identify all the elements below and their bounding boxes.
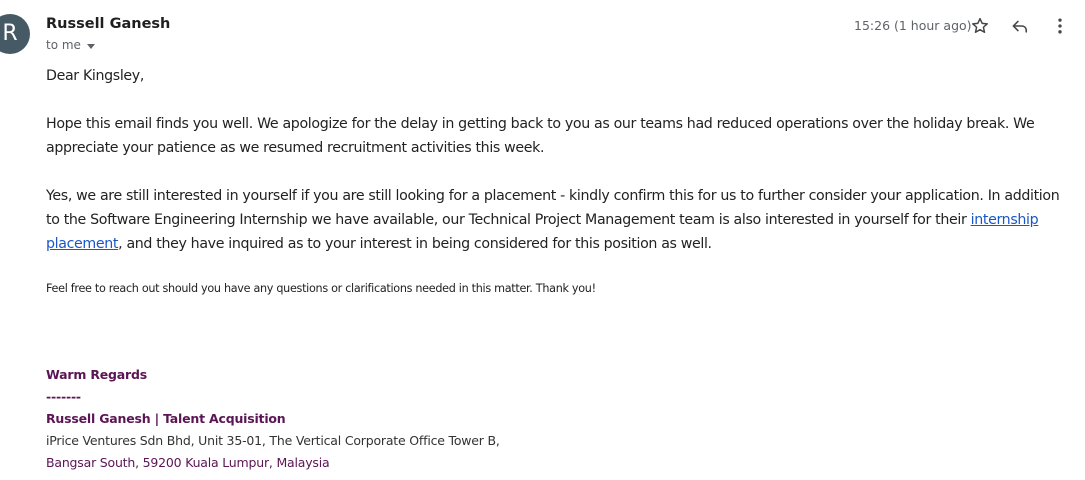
signature-address-line: iPrice Ventures Sdn Bhd, Unit 35-01, The… xyxy=(46,433,500,448)
body-paragraph-small: Feel free to reach out should you have a… xyxy=(46,282,596,295)
signature-closing: Warm Regards xyxy=(46,367,147,382)
body-paragraph: Hope this email finds you well. We apolo… xyxy=(46,116,1035,156)
email-signature: Warm Regards ------- Russell Ganesh | Ta… xyxy=(46,364,500,474)
signature-divider: ------- xyxy=(46,389,81,404)
signature-name-title: Russell Ganesh | Talent Acquisition xyxy=(46,411,286,426)
email-timestamp: 15:26 (1 hour ago) xyxy=(854,18,972,33)
avatar[interactable]: R xyxy=(0,14,30,54)
email-view: R Russell Ganesh to me 15:26 (1 hour ago… xyxy=(0,0,1085,480)
sender-name: Russell Ganesh xyxy=(46,16,171,32)
paragraph-text: Yes, we are still interested in yourself… xyxy=(46,188,1060,228)
body-paragraph: Yes, we are still interested in yourself… xyxy=(46,184,1076,256)
star-icon[interactable] xyxy=(968,14,992,38)
chevron-down-icon xyxy=(86,43,95,49)
recipient-details-toggle[interactable]: to me xyxy=(46,38,95,52)
greeting: Dear Kingsley, xyxy=(46,68,145,84)
signature-address-line: Bangsar South, 59200 Kuala Lumpur, Malay… xyxy=(46,455,330,470)
recipient-label: to me xyxy=(46,38,81,52)
reply-icon[interactable] xyxy=(1008,14,1032,38)
more-vert-icon[interactable] xyxy=(1048,14,1072,38)
paragraph-text: , and they have inquired as to your inte… xyxy=(118,236,712,252)
